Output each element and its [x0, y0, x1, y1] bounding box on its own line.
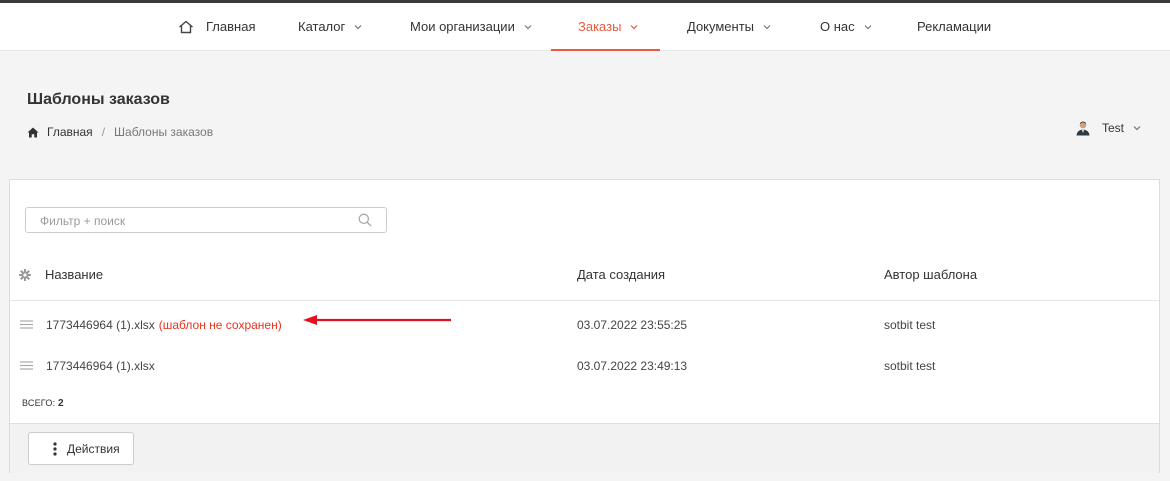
table-row[interactable]: 1773446964 (1).xlsx 03.07.2022 23:49:13 …	[10, 343, 1159, 385]
chevron-down-icon	[523, 22, 533, 32]
row-name-cell: 1773446964 (1).xlsx (шаблон не сохранен)	[46, 318, 282, 332]
templates-grid: Название Дата создания Автор шаблона 177…	[9, 179, 1160, 473]
nav-label-about: О нас	[820, 19, 855, 34]
user-icon	[1075, 120, 1091, 136]
main-nav: Главная Каталог Мои организации Заказы Д…	[0, 3, 1170, 51]
column-header-name[interactable]: Название	[45, 267, 103, 282]
home-icon	[178, 20, 194, 34]
row-file-name[interactable]: 1773446964 (1).xlsx	[46, 359, 155, 373]
gear-icon[interactable]	[19, 269, 31, 281]
total-value: 2	[57, 398, 64, 409]
nav-label-organizations: Мои организации	[410, 19, 515, 34]
nav-label-claims: Рекламации	[917, 19, 992, 34]
annotation-arrow	[303, 315, 451, 325]
filter-search-box[interactable]	[25, 207, 387, 233]
table-row[interactable]: 1773446964 (1).xlsx (шаблон не сохранен) …	[10, 302, 1159, 344]
search-icon[interactable]	[358, 213, 372, 227]
row-author-cell: sotbit test	[884, 359, 936, 373]
nav-label-documents: Документы	[687, 19, 755, 34]
breadcrumb-current: Шаблоны заказов	[114, 125, 214, 139]
nav-label-catalog: Каталог	[298, 19, 346, 34]
grid-footer: Действия	[10, 423, 1159, 473]
nav-item-documents[interactable]: Документы	[687, 3, 772, 50]
row-unsaved-note: (шаблон не сохранен)	[158, 318, 282, 332]
chevron-down-icon	[1132, 123, 1142, 133]
more-vertical-icon	[53, 441, 57, 456]
column-header-date[interactable]: Дата создания	[577, 267, 665, 282]
nav-label-home: Главная	[206, 19, 256, 34]
nav-item-about[interactable]: О нас	[820, 3, 873, 50]
row-date-cell: 03.07.2022 23:55:25	[577, 318, 688, 332]
nav-label-orders: Заказы	[578, 19, 622, 34]
filter-search-input[interactable]	[38, 212, 362, 230]
total-label: ВСЕГО:	[22, 398, 56, 408]
column-header-author[interactable]: Автор шаблона	[884, 267, 977, 282]
nav-item-home[interactable]: Главная	[178, 3, 255, 50]
user-menu[interactable]: Test	[1075, 120, 1142, 136]
drag-handle-icon[interactable]	[20, 361, 33, 370]
chevron-down-icon	[629, 22, 639, 32]
chevron-down-icon	[863, 22, 873, 32]
nav-item-orders[interactable]: Заказы	[551, 3, 660, 51]
row-author-cell: sotbit test	[884, 318, 936, 332]
home-icon	[27, 127, 39, 138]
row-date-cell: 03.07.2022 23:49:13	[577, 359, 688, 373]
actions-button[interactable]: Действия	[28, 432, 134, 465]
chevron-down-icon	[353, 22, 363, 32]
nav-item-claims[interactable]: Рекламации	[917, 3, 991, 50]
breadcrumb-home-link[interactable]: Главная	[47, 125, 93, 139]
breadcrumb-separator: /	[101, 125, 106, 139]
chevron-down-icon	[762, 22, 772, 32]
total-count: ВСЕГО: 2	[22, 398, 64, 409]
actions-label: Действия	[67, 441, 120, 456]
user-name: Test	[1102, 121, 1125, 135]
nav-item-organizations[interactable]: Мои организации	[410, 3, 533, 50]
page-title: Шаблоны заказов	[27, 91, 170, 108]
nav-item-catalog[interactable]: Каталог	[298, 3, 363, 50]
breadcrumb: Главная / Шаблоны заказов	[27, 125, 213, 139]
row-name-cell: 1773446964 (1).xlsx	[46, 359, 155, 373]
drag-handle-icon[interactable]	[20, 320, 33, 329]
row-file-name[interactable]: 1773446964 (1).xlsx	[46, 318, 155, 332]
grid-header-row: Название Дата создания Автор шаблона	[10, 250, 1159, 301]
